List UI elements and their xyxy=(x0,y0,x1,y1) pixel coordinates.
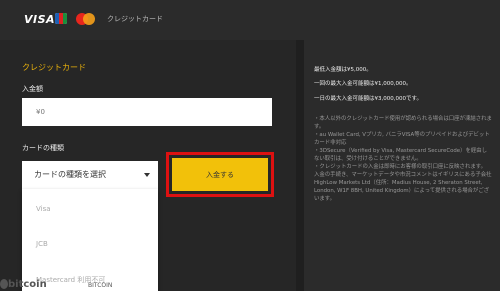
max-single-deposit-text: 一回の最大入金可能額は¥1,000,000。 xyxy=(314,81,412,87)
deposit-button[interactable]: 入金する xyxy=(172,158,268,191)
amount-label: 入金額 xyxy=(22,85,43,93)
bitcoin-logo: bitcoin xyxy=(8,279,47,290)
amount-input[interactable] xyxy=(22,98,272,126)
notes-list: ・本人以外のクレジットカード使用が認められる場合は口座が凍結されます。 ・au … xyxy=(314,115,492,203)
mastercard-logo xyxy=(76,13,96,25)
note-item: ・クレジットカードの入金は即時にお客様の取引口座に反映されます。 xyxy=(314,164,486,170)
card-type-dropdown: Visa JCB Mastercard 利用不可 xyxy=(22,189,158,291)
card-type-select[interactable]: カードの種類を選択 xyxy=(22,161,158,189)
note-item: ・3DSecure（Verified by Visa, Mastercard S… xyxy=(314,148,488,162)
info-panel: 最低入金額は¥5,000。 一回の最大入金可能額は¥1,000,000。 一日の… xyxy=(304,40,500,291)
note-item: 入金の手続き、マーケットデータや市況コメントはイギリスにある子会社HighLow… xyxy=(314,172,492,202)
jcb-logo xyxy=(55,13,67,24)
min-deposit-text: 最低入金額は¥5,000。 xyxy=(314,67,372,73)
payment-method-title: クレジットカード xyxy=(107,15,163,23)
bitcoin-label: BITCOIN xyxy=(88,282,113,289)
chevron-down-icon xyxy=(144,173,150,177)
max-daily-deposit-text: 一日の最大入金可能額は¥3,000,000です。 xyxy=(314,96,422,102)
option-visa[interactable]: Visa xyxy=(36,205,51,213)
visa-logo: VISA xyxy=(24,13,56,26)
bitcoin-icon xyxy=(0,279,8,289)
card-type-selected-value: カードの種類を選択 xyxy=(34,170,106,179)
highlight-box: 入金する xyxy=(166,152,274,197)
note-item: ・au Wallet Card, Vプリカ, バニラVISA等のプリペイドおよび… xyxy=(314,132,490,146)
top-bar: VISA クレジットカード xyxy=(0,0,500,40)
note-item: ・本人以外のクレジットカード使用が認められる場合は口座が凍結されます。 xyxy=(314,116,492,130)
card-type-label: カードの種類 xyxy=(22,144,64,152)
section-title: クレジットカード xyxy=(22,63,86,72)
deposit-form-panel: クレジットカード 入金額 カードの種類 カードの種類を選択 Visa JCB M… xyxy=(0,40,296,291)
option-jcb[interactable]: JCB xyxy=(36,240,48,248)
